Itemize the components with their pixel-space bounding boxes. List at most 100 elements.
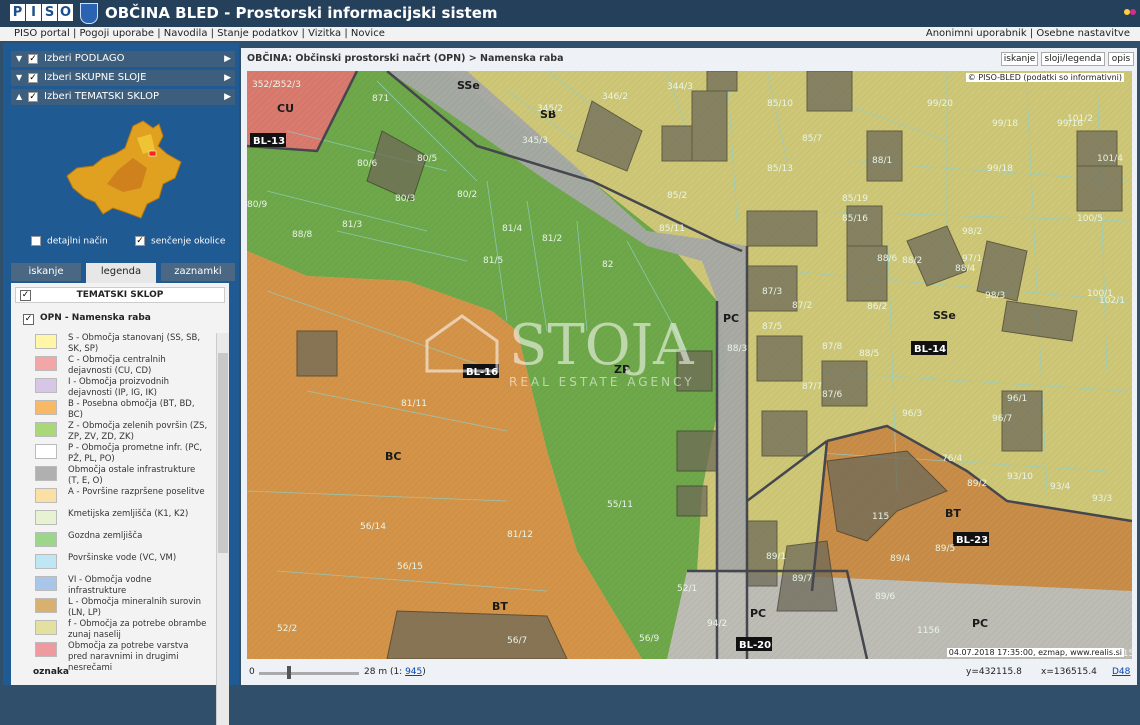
legend-swatch [35,642,57,657]
tab-iskanje[interactable]: iskanje [11,263,81,281]
zone-label: PC [972,617,988,630]
watermark-text: STOJA [509,313,694,378]
land-use-map[interactable]: CU SSe SB BC BT ZP PC PC PC SSe BT BL-13… [247,71,1132,659]
map-titlebar: OBČINA: Občinski prostorski načrt (OPN) … [241,48,1137,70]
parcel-number: 115 [872,512,889,522]
parcel-number: 56/9 [639,634,659,644]
map-timestamp: 04.07.2018 17:35:00, ezmap, www.realis.s… [946,648,1124,657]
parcel-number: 87/6 [822,390,842,400]
parcel-number: 102/1 [1099,296,1125,306]
tab-zaznamki[interactable]: zaznamki [161,263,235,281]
app-header: P I S O OBČINA BLED - Prostorski informa… [0,0,1140,27]
parcel-number: 76/4 [942,454,962,464]
accordion-checkbox[interactable]: ✓ [28,54,38,64]
accordion-tematski-sklop[interactable]: ▲ ✓ Izberi TEMATSKI SKLOP ▶ [11,89,235,105]
legend-swatch [35,576,57,591]
app-title: OBČINA BLED - Prostorski informacijski s… [105,4,498,22]
legend-swatch [35,378,57,393]
map-canvas[interactable]: CU SSe SB BC BT ZP PC PC PC SSe BT BL-13… [247,71,1132,659]
parcel-number: 81/11 [401,399,427,409]
legend-scrollbar[interactable] [216,333,229,725]
municipality-overview-map[interactable] [63,118,188,223]
logo-letter-o: O [58,4,73,21]
parcel-number: 85/13 [767,164,793,174]
chevron-right-icon: ▶ [224,54,231,64]
coordinate-y: y=432115.8 [966,667,1022,677]
accordion-checkbox[interactable]: ✓ [28,92,38,102]
search-button[interactable]: iskanje [1001,52,1038,66]
description-button[interactable]: opis [1108,52,1134,66]
layers-legend-button[interactable]: sloji/legenda [1041,52,1105,66]
parcel-number: 85/11 [659,224,685,234]
accordion-podlaga[interactable]: ▼ ✓ Izberi PODLAGO ▶ [11,51,235,67]
map-panel: OBČINA: Občinski prostorski načrt (OPN) … [241,48,1137,662]
legend-item-label: Z - Območja zelenih površin (ZS, ZP, ZV,… [68,421,208,442]
parcel-number: 86/2 [867,302,887,312]
parcel-number: 101/4 [1097,154,1123,164]
parcel-number: 56/7 [507,636,527,646]
zoom-slider-handle[interactable] [287,666,291,679]
parcel-number: 80/6 [357,159,377,169]
parcel-number: 81/5 [483,256,503,266]
legend-swatch [35,532,57,547]
parcel-number: 52/2 [277,624,297,634]
scale-suffix: ) [422,667,426,677]
legend-item-label: B - Posebna območja (BT, BD, BC) [68,399,195,420]
eup-label: BL-23 [956,535,988,546]
parcel-number: 89/6 [875,592,895,602]
parcel-number: 81/3 [342,220,362,230]
legend-item-label: Gozdna zemljišča [68,531,143,541]
zone-label: BT [945,507,961,520]
parcel-number: 87/5 [762,322,782,332]
parcel-number: 97/1 [962,254,982,264]
legend-item-label: C - Območja centralnih dejavnosti (CU, C… [68,355,166,376]
parcel-number: 87/7 [802,382,822,392]
tab-legenda[interactable]: legenda [86,263,156,283]
parcel-number: 94/2 [707,619,727,629]
detail-mode-checkbox[interactable] [31,236,41,246]
legend-swatch [35,488,57,503]
parcel-number: 352/3 [275,80,301,90]
option-detail-mode[interactable]: detajlni način [31,236,108,247]
breadcrumb: OBČINA: Občinski prostorski načrt (OPN) … [247,53,564,64]
sheet-link[interactable]: D48 [1112,667,1130,677]
parcel-number: 88/5 [859,349,879,359]
parcel-number: 96/1 [1007,394,1027,404]
opn-checkbox[interactable]: ✓ [23,314,34,325]
sidebar-tabs: iskanje legenda zaznamki [11,263,235,283]
legend-swatch [35,598,57,613]
accordion-label: Izberi SKUPNE SLOJE [44,72,147,83]
shading-checkbox[interactable]: ✓ [135,236,145,246]
parcel-number: 87/8 [822,342,842,352]
parcel-number: 345/2 [537,104,563,114]
scroll-thumb[interactable] [218,353,228,553]
zoom-slider[interactable] [259,672,359,675]
logo-letter-s: S [42,4,57,21]
parcel-number: 89/5 [935,544,955,554]
accordion-checkbox[interactable]: ✓ [28,73,38,83]
user-links[interactable]: Anonimni uporabnik | Osebne nastavitve [926,27,1130,41]
legend-item-label: A - Površine razpršene poselitve [68,487,205,497]
parcel-number: 89/4 [890,554,910,564]
accordion-skupne-sloje[interactable]: ▼ ✓ Izberi SKUPNE SLOJE ▶ [11,70,235,86]
parcel-number: 89/7 [792,574,812,584]
scale-ratio-link[interactable]: 945 [405,667,422,677]
legend-swatch [35,444,57,459]
parcel-number: 100/5 [1077,214,1103,224]
option-shading[interactable]: ✓ senčenje okolice [135,236,225,247]
parcel-number: 80/3 [395,194,415,204]
legend-item-label: Kmetijska zemljišča (K1, K2) [68,509,189,519]
parcel-number: 87/3 [762,287,782,297]
portal-links[interactable]: PISO portal | Pogoji uporabe | Navodila … [14,27,385,41]
parcel-number: 88/4 [955,264,975,274]
legend-item-label: S - Območja stanovanj (SS, SB, SK, SP) [68,333,201,354]
parcel-number: 344/3 [667,82,693,92]
thematic-checkbox[interactable]: ✓ [20,290,31,301]
parcel-number: 345/3 [522,136,548,146]
parcel-number: 93/3 [1092,494,1112,504]
corner-dots-icon[interactable] [1124,8,1136,16]
parcel-number: 88/1 [872,156,892,166]
copyright-notice: © PISO-BLED (podatki so informativni) [965,73,1124,82]
legend-swatch [35,554,57,569]
piso-logo[interactable]: P I S O [10,4,73,21]
